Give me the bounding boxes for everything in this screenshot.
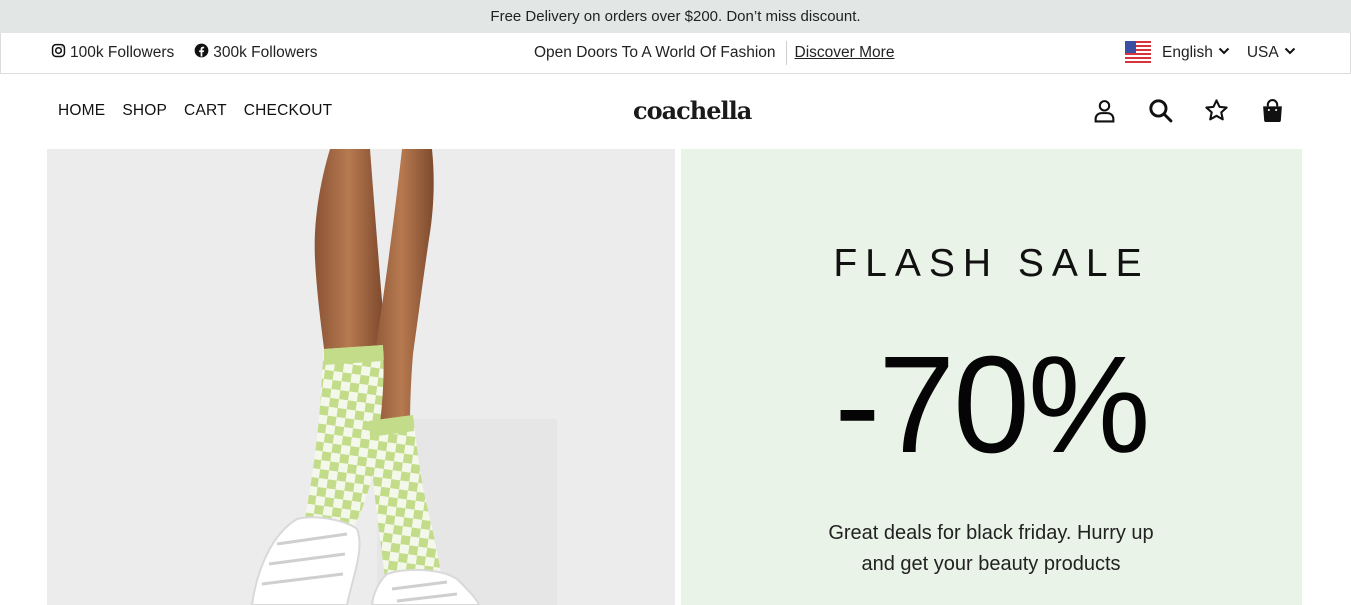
announcement-bar: Free Delivery on orders over $200. Don’t… <box>0 0 1351 33</box>
facebook-followers: 300k Followers <box>213 44 318 61</box>
instagram-link[interactable]: 100k Followers <box>51 43 174 63</box>
discover-more-link[interactable]: Discover More <box>795 44 895 62</box>
chevron-down-icon <box>1279 44 1296 62</box>
country-label: USA <box>1246 44 1279 61</box>
nav-item-shop[interactable]: SHOP <box>122 102 167 120</box>
us-flag-icon <box>1125 41 1162 65</box>
deal-description: Great deals for black friday. Hurry up a… <box>828 522 1154 575</box>
nav-item-cart[interactable]: CART <box>184 102 227 120</box>
brand-logo[interactable]: coachella <box>633 94 752 128</box>
promo-text: Open Doors To A World Of Fashion <box>534 44 776 61</box>
facebook-link[interactable]: 300k Followers <box>194 43 318 63</box>
nav-menu: HOME SHOP CART CHECKOUT <box>58 74 332 147</box>
header-icons <box>1092 98 1285 123</box>
nav-item-checkout[interactable]: CHECKOUT <box>244 102 333 120</box>
instagram-followers: 100k Followers <box>70 44 175 61</box>
search-icon[interactable] <box>1148 98 1173 123</box>
announcement-text: Free Delivery on orders over $200. Don’t… <box>490 8 861 25</box>
facebook-icon <box>194 43 209 63</box>
language-selector[interactable]: English <box>1162 44 1230 62</box>
promo-message: Open Doors To A World Of Fashion Discove… <box>534 33 894 73</box>
user-icon[interactable] <box>1092 98 1117 123</box>
flash-sale-panel: FLASH SALE -70% Great deals for black fr… <box>681 149 1302 605</box>
star-icon[interactable] <box>1204 98 1229 123</box>
hero-image <box>47 149 675 605</box>
country-selector[interactable]: USA <box>1247 44 1296 62</box>
flash-sale-heading: FLASH SALE <box>833 242 1150 285</box>
info-bar: 100k Followers 300k Followers Open Doors… <box>0 33 1351 74</box>
locale-selectors: English USA <box>1125 33 1296 73</box>
language-label: English <box>1162 44 1213 61</box>
shopping-bag-icon[interactable] <box>1260 98 1285 123</box>
main-navigation: HOME SHOP CART CHECKOUT coachella <box>0 74 1351 149</box>
discount-value: -70% <box>834 328 1150 482</box>
model-socks-illustration <box>47 149 675 605</box>
chevron-down-icon <box>1213 44 1230 62</box>
promo-divider <box>785 41 787 65</box>
nav-item-home[interactable]: HOME <box>58 102 105 120</box>
social-links: 100k Followers 300k Followers <box>51 33 318 73</box>
instagram-icon <box>51 43 66 63</box>
